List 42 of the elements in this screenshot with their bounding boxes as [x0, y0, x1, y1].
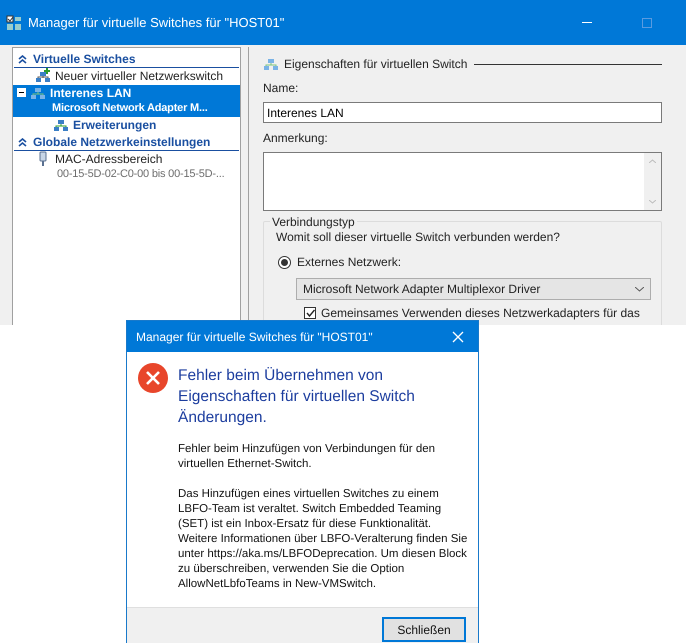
dialog-heading: Fehler beim Übernehmen von Eigenschaften für virtuellen Switch Änderungen.	[178, 366, 416, 428]
section-header[interactable]: Globale Netzwerkeinstellungen	[14, 134, 239, 151]
checkbox-label: Gemeinsames Verwenden dieses Netzwerkadapters für das	[321, 305, 640, 322]
section-title: Globale Netzwerkeinstellungen	[33, 134, 210, 151]
dialog-title: Manager für virtuelle Switches für "HOST01"	[136, 328, 373, 346]
collapse-box-icon[interactable]	[17, 88, 26, 97]
collapse-icon[interactable]	[18, 54, 27, 64]
tree-item[interactable]: MAC-Adressbereich 00-15-5D-02-C0-00 bis 00-15-5D-...	[13, 151, 240, 183]
message-text: Fehler beim Hinzufügen von Verbindungen für den virtuellen Ethernet-Switch.	[178, 442, 436, 472]
section-title: Virtuelle Switches	[33, 51, 136, 68]
collapse-icon[interactable]	[18, 138, 27, 146]
app-icon	[6, 14, 22, 30]
note-field[interactable]	[263, 152, 662, 211]
window-title: Manager für virtuelle Switches für "HOST01"	[28, 14, 284, 32]
network-icon	[53, 117, 69, 133]
error-icon	[138, 363, 168, 393]
tree-item[interactable]: Neuer virtueller Netzwerkswitch	[13, 68, 240, 85]
question-text: Womit soll dieser virtuelle Switch verbunden werden?	[276, 229, 561, 246]
group-heading: Eigenschaften für virtuellen Switch	[284, 56, 468, 73]
tree-item-detail: Microsoft Network Adapter M...	[51, 101, 208, 116]
tree-item[interactable]: Interenes LAN Microsoft Network Adapter M...	[13, 85, 240, 117]
tree-item-detail: 00-15-5D-02-C0-00 bis 00-15-5D-...	[56, 167, 224, 182]
section-header[interactable]: Virtuelle Switches	[14, 51, 239, 68]
name-field[interactable]: Interenes LAN	[263, 102, 662, 123]
radio-button[interactable]	[278, 256, 291, 268]
close-button[interactable]	[452, 330, 466, 344]
field-label: Name:	[263, 80, 300, 97]
checkbox[interactable]	[304, 307, 316, 319]
adapter-dropdown[interactable]: Microsoft Network Adapter Multiplexor Driver	[296, 278, 651, 300]
network-icon	[30, 85, 46, 101]
field-label: Anmerkung:	[263, 130, 329, 147]
tree-item-label: Erweiterungen	[73, 118, 156, 133]
close-icon	[452, 330, 464, 342]
radio-label: Externes Netzwerk:	[297, 254, 402, 271]
tree-item-label: Interenes LAN	[50, 86, 132, 101]
tree-item-label: Neuer virtueller Netzwerkswitch	[55, 69, 224, 84]
network-icon	[263, 56, 279, 72]
tree-item[interactable]: Erweiterungen	[13, 117, 240, 134]
close-dialog-button[interactable]: Schließen	[382, 617, 466, 642]
net-add-icon	[35, 68, 51, 84]
tree-item-label: MAC-Adressbereich	[55, 152, 164, 167]
message-text: Das Hinzufügen eines virtuellen Switches zu einem LBFO-Team ist veraltet. Switch Embedded Teaming (SET) ist ein Inbox-Ersatz für diese Funktionalität. Weitere Informationen über LBFO-Veralterung finden Sie unter https://aka.ms/LBFODeprecation. Um diesen Block zu überschreiben, verwenden Sie die Option AllowNetLbfoTeams in New-VMSwitch.	[178, 487, 468, 592]
